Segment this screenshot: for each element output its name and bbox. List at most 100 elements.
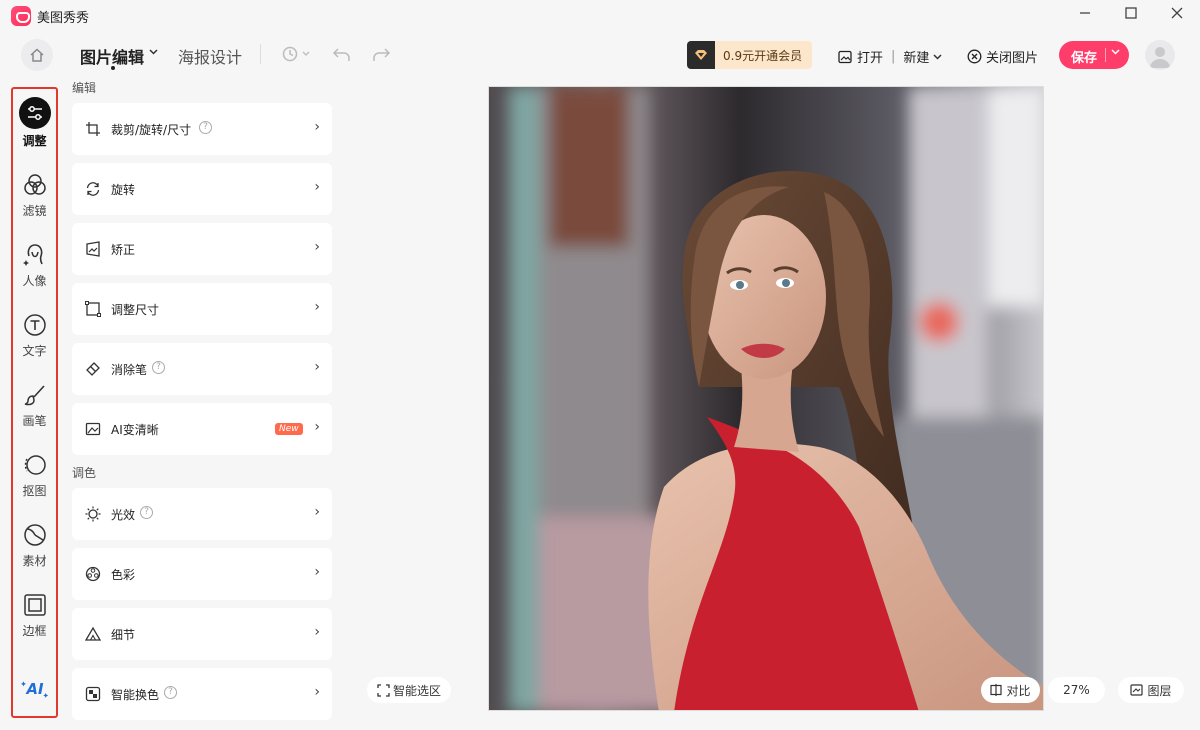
- eraser-icon: [86, 362, 100, 376]
- panel-item-eraser[interactable]: 消除笔 ? ›: [72, 343, 332, 395]
- chevron-right-icon: ›: [314, 564, 320, 580]
- maximize-button[interactable]: [1121, 6, 1141, 26]
- rail-item-portrait[interactable]: 人像: [13, 241, 56, 289]
- chevron-right-icon: ›: [314, 119, 320, 135]
- panel-item-crop[interactable]: 裁剪/旋转/尺寸 ? ›: [72, 103, 332, 155]
- panel-item-label: 消除笔: [111, 363, 148, 377]
- color-icon: [85, 566, 101, 582]
- active-tab-indicator: [111, 66, 115, 70]
- rail-item-sticker[interactable]: 素材: [13, 521, 56, 569]
- light-icon: [85, 506, 101, 522]
- help-icon[interactable]: ?: [164, 686, 177, 699]
- rail-item-text[interactable]: 文字: [13, 311, 56, 359]
- minimize-icon: [1080, 12, 1090, 14]
- selection-icon: [377, 683, 390, 697]
- undo-button[interactable]: [332, 45, 352, 66]
- save-divider: [1105, 48, 1106, 62]
- chevron-down-icon[interactable]: [149, 47, 158, 59]
- tab-poster-design[interactable]: 海报设计: [178, 44, 242, 68]
- redo-button[interactable]: [371, 45, 391, 66]
- portrait-icon: [21, 241, 49, 269]
- new-label[interactable]: 新建: [903, 47, 929, 66]
- rail-item-filter[interactable]: 滤镜: [13, 171, 56, 219]
- layers-label: 图层: [1147, 683, 1172, 698]
- ai-icon-text: AI: [25, 681, 43, 698]
- home-icon: [30, 48, 44, 62]
- help-icon[interactable]: ?: [152, 361, 165, 374]
- panel-item-resize[interactable]: 调整尺寸 ›: [72, 283, 332, 335]
- avatar[interactable]: [1145, 40, 1175, 70]
- ai-icon: AI: [20, 674, 49, 702]
- detail-icon: [85, 626, 101, 641]
- panel-item-label: 光效: [111, 508, 136, 522]
- chevron-right-icon: ›: [314, 299, 320, 315]
- panel-item-label: 旋转: [111, 183, 136, 197]
- panel-item-smart-recolor[interactable]: 智能换色 ? ›: [72, 668, 332, 720]
- redo-icon: [373, 48, 391, 61]
- save-button[interactable]: 保存: [1059, 41, 1129, 69]
- smart-select-label: 智能选区: [392, 683, 441, 698]
- vip-promo-button[interactable]: 0.9元开通会员: [687, 41, 812, 69]
- rail-item-ai[interactable]: AI: [13, 674, 56, 702]
- ai-enhance-icon: [85, 422, 101, 436]
- close-icon: [1171, 7, 1183, 19]
- panel-item-ai-enhance[interactable]: AI变清晰 New ›: [72, 403, 332, 455]
- home-button[interactable]: [21, 39, 53, 71]
- help-icon[interactable]: ?: [140, 506, 153, 519]
- rail-item-label: 素材: [22, 554, 47, 568]
- rotate-icon: [86, 182, 100, 196]
- panel-item-rotate[interactable]: 旋转 ›: [72, 163, 332, 215]
- rail-item-label: 调整: [22, 134, 47, 148]
- rail-item-label: 人像: [22, 274, 47, 288]
- title-bar: [0, 0, 1200, 32]
- chevron-right-icon: ›: [314, 239, 320, 255]
- filter-icon: [21, 171, 49, 199]
- section-color-title: 调色: [72, 466, 97, 480]
- smart-select-button[interactable]: 智能选区: [367, 677, 451, 703]
- rail-item-cutout[interactable]: 抠图: [13, 451, 56, 499]
- open-label: 打开: [857, 51, 884, 66]
- portrait-photo: [489, 87, 1043, 710]
- save-label: 保存: [1071, 51, 1098, 66]
- open-button[interactable]: 打开 | 新建: [838, 47, 942, 66]
- panel-item-label: 智能换色: [111, 688, 160, 702]
- zoom-level[interactable]: 27%: [1048, 677, 1105, 703]
- app-logo-icon: [11, 6, 31, 26]
- chevron-right-icon: ›: [314, 179, 320, 195]
- panel-item-correct[interactable]: 矫正 ›: [72, 223, 332, 275]
- rail-item-frame[interactable]: 边框: [13, 591, 56, 639]
- chevron-right-icon: ›: [314, 684, 320, 700]
- rail-item-brush[interactable]: 画笔: [13, 381, 56, 429]
- panel-item-light[interactable]: 光效 ? ›: [72, 488, 332, 540]
- panel-item-label: 裁剪/旋转/尺寸: [111, 123, 192, 137]
- tool-rail: 调整 滤镜 人像 文字 画笔 抠图 素材 边框 AI: [11, 87, 58, 718]
- panel-item-detail[interactable]: 细节 ›: [72, 608, 332, 660]
- resize-icon: [85, 301, 101, 317]
- rail-item-label: 抠图: [22, 484, 47, 498]
- user-icon: [1150, 47, 1170, 68]
- close-image-label: 关闭图片: [986, 51, 1039, 66]
- new-badge: New: [275, 423, 303, 435]
- compare-icon: [990, 684, 1003, 696]
- minimize-button[interactable]: [1075, 6, 1095, 26]
- save-dropdown-icon[interactable]: [1111, 47, 1120, 59]
- cutout-icon: [21, 451, 49, 479]
- help-icon[interactable]: ?: [199, 121, 212, 134]
- history-button[interactable]: [281, 45, 311, 66]
- app-title: 美图秀秀: [37, 11, 90, 26]
- brush-icon: [21, 381, 49, 409]
- rail-item-label: 画笔: [22, 414, 47, 428]
- panel-item-label: 调整尺寸: [111, 303, 160, 317]
- layers-button[interactable]: 图层: [1118, 677, 1184, 703]
- panel-item-label: 细节: [111, 628, 136, 642]
- rail-item-adjust[interactable]: 调整: [13, 97, 56, 149]
- close-window-button[interactable]: [1167, 6, 1187, 26]
- panel-item-label: AI变清晰: [111, 423, 159, 437]
- compare-button[interactable]: 对比: [981, 677, 1040, 703]
- vip-label: 0.9元开通会员: [723, 49, 803, 63]
- panel-item-color[interactable]: 色彩 ›: [72, 548, 332, 600]
- adjust-icon: [18, 97, 51, 129]
- close-image-button[interactable]: 关闭图片: [967, 47, 1038, 66]
- canvas-photo[interactable]: [488, 86, 1044, 711]
- tab-image-edit[interactable]: 图片编辑: [80, 44, 144, 68]
